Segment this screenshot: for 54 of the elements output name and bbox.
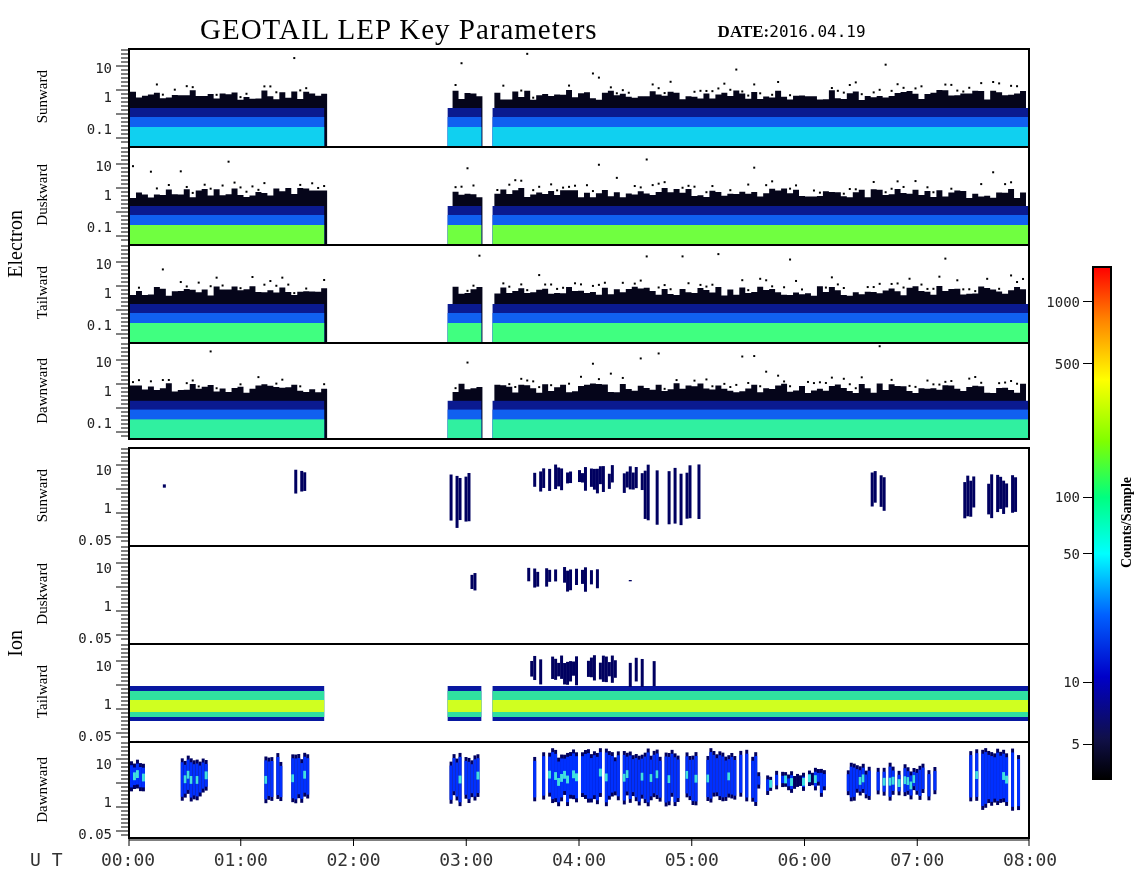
y-tick-label: 1 bbox=[103, 597, 112, 614]
y-tick-label: 1 bbox=[103, 695, 112, 712]
group-label: Ion bbox=[3, 629, 27, 657]
y-tick-label: 0.05 bbox=[78, 532, 112, 549]
panel-label: Sunward bbox=[33, 70, 51, 124]
y-tick-label: 10 bbox=[95, 59, 112, 76]
x-tick-label: 02:00 bbox=[326, 849, 381, 870]
x-tick-label: 08:00 bbox=[1002, 849, 1058, 870]
y-tick-label: 10 bbox=[95, 353, 112, 370]
chart-title: GEOTAIL LEP Key Parameters bbox=[200, 13, 598, 46]
y-tick-label: 1 bbox=[103, 793, 112, 810]
panel-label: Duskward bbox=[33, 164, 51, 226]
y-tick-label: 1 bbox=[103, 89, 112, 105]
x-tick-label: 05:00 bbox=[664, 849, 719, 870]
colorbar-tick-label: 10 bbox=[1063, 674, 1092, 691]
colorbar-tick-label: 5 bbox=[1071, 736, 1092, 752]
panel-label: Tailward bbox=[33, 266, 51, 320]
y-tick-label: 1 bbox=[103, 187, 112, 203]
panel-label: Duskward bbox=[33, 563, 51, 625]
x-tick-label: 04:00 bbox=[551, 849, 607, 870]
colorbar-tick-label: 50 bbox=[1063, 545, 1092, 562]
y-tick-label: 10 bbox=[95, 755, 112, 772]
x-tick-label: 03:00 bbox=[439, 849, 494, 870]
x-tick-label: 07:00 bbox=[890, 849, 945, 870]
y-tick-label: 1 bbox=[103, 383, 112, 399]
y-tick-label: 1 bbox=[103, 285, 112, 301]
panel-label: Dawnward bbox=[33, 358, 51, 424]
y-tick-label: 0.1 bbox=[86, 219, 112, 236]
x-axis-label: U T bbox=[29, 848, 64, 870]
y-tick-label: 10 bbox=[95, 559, 112, 576]
y-tick-label: 0.1 bbox=[86, 121, 112, 138]
group-label: Electron bbox=[3, 210, 27, 278]
colorbar-tick-label: 500 bbox=[1054, 355, 1092, 372]
y-tick-label: 10 bbox=[95, 157, 112, 174]
y-tick-label: 0.05 bbox=[78, 728, 112, 745]
y-tick-label: 1 bbox=[103, 499, 112, 516]
panel-label: Dawnward bbox=[33, 757, 51, 823]
y-tick-label: 0.05 bbox=[78, 630, 112, 647]
panel-label: Tailward bbox=[33, 665, 51, 719]
date-value: 2016.04.19 bbox=[769, 22, 866, 41]
panel-label: Sunward bbox=[33, 469, 51, 523]
y-tick-label: 0.05 bbox=[78, 826, 112, 843]
x-tick-label: 01:00 bbox=[213, 849, 268, 870]
colorbar-tick-label: 100 bbox=[1054, 489, 1092, 506]
colorbar-label: Counts/Sample bbox=[1119, 477, 1135, 569]
y-tick-label: 10 bbox=[95, 657, 112, 674]
x-tick-label: 00:00 bbox=[100, 849, 156, 870]
date-label: DATE: bbox=[717, 22, 770, 42]
colorbar-tick-label: 1000 bbox=[1046, 293, 1092, 310]
y-tick-label: 0.1 bbox=[86, 317, 112, 334]
x-tick-label: 06:00 bbox=[777, 849, 832, 870]
y-tick-label: 10 bbox=[95, 461, 112, 478]
y-tick-label: 0.1 bbox=[86, 415, 112, 432]
y-tick-label: 10 bbox=[95, 255, 112, 272]
